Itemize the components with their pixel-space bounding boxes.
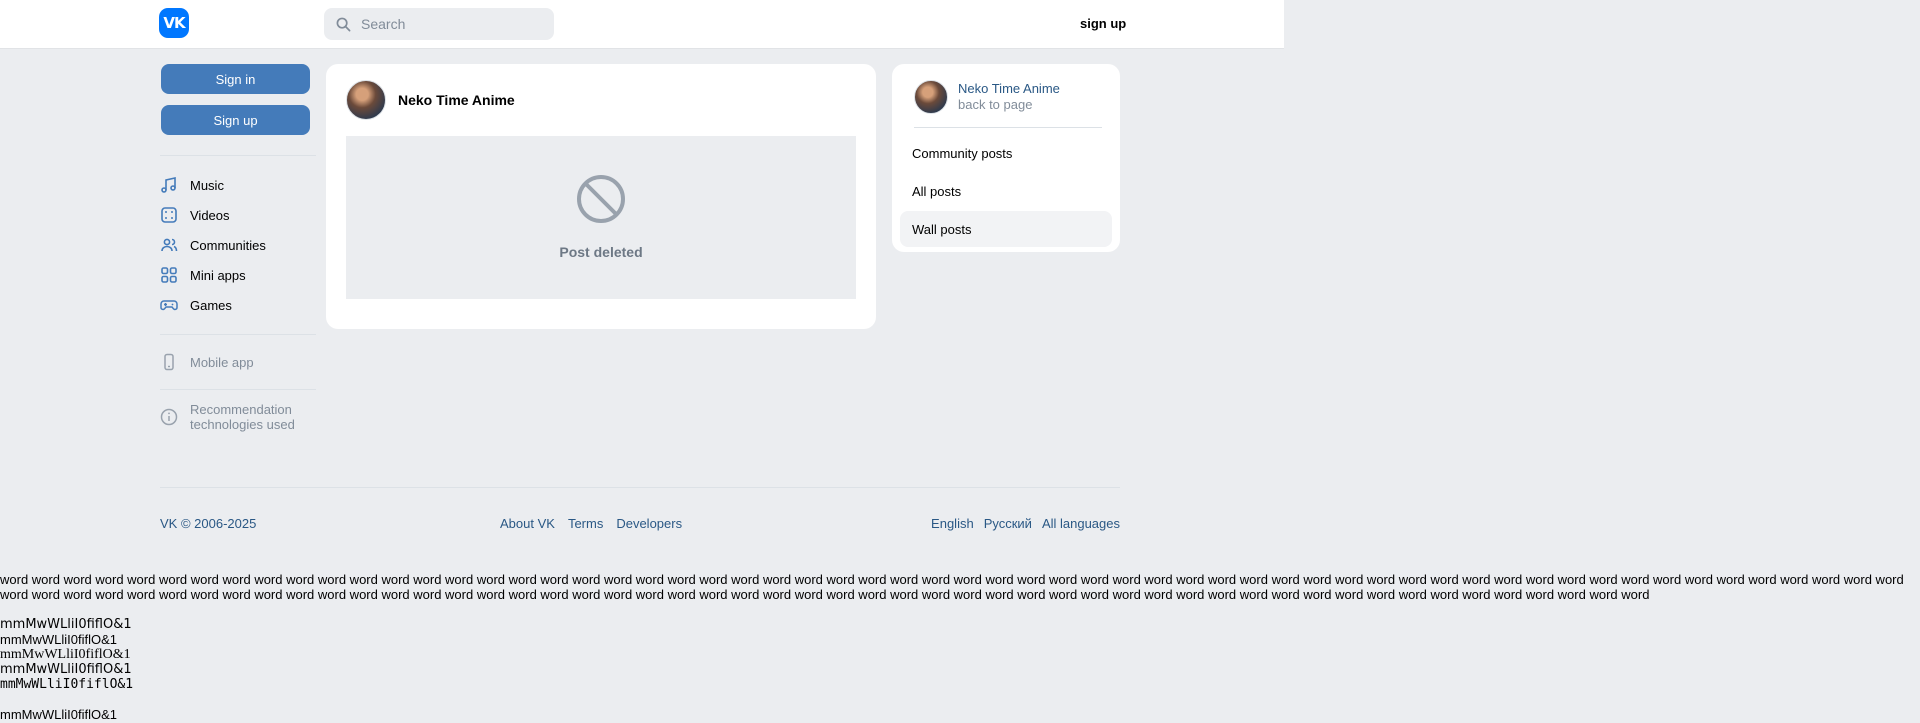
video-icon [160,206,178,224]
sign-in-button[interactable]: Sign in [161,64,310,94]
menu-item-community-posts[interactable]: Community posts [900,135,1112,171]
users-icon [160,236,178,254]
signup-link[interactable]: sign up [1080,16,1126,31]
recommendation-info[interactable]: Recommendation technologies used [160,402,316,432]
footer-link-developers[interactable]: Developers [616,516,682,531]
font-sample: mmMwWLliI0fiflO&1 [0,677,134,692]
sidebar-item-mini-apps[interactable]: Mini apps [160,260,316,290]
grid-icon [160,266,178,284]
recommendation-line-1: Recommendation [190,402,292,417]
language-russian[interactable]: Русский [984,516,1032,531]
font-sample: mmMwWLliI0fiflO&1 [0,707,118,722]
menu-item-all-posts[interactable]: All posts [900,173,1112,209]
mobile-app-label: Mobile app [190,354,254,370]
recommendation-line-2: technologies used [190,417,295,432]
font-sample: mmMwWLliI0fiflO&1 [0,662,132,677]
avatar[interactable] [914,80,948,114]
sidebar-divider [160,334,316,335]
side-panel-divider [914,127,1102,128]
search-box[interactable] [324,8,554,40]
info-icon [160,408,178,426]
side-panel: Neko Time Anime back to page Community p… [892,64,1120,252]
blocked-icon [577,175,625,223]
menu-item-wall-posts[interactable]: Wall posts [900,211,1112,247]
vk-logo-icon[interactable]: VK [159,8,189,38]
copyright[interactable]: VK © 2006-2025 [160,516,256,531]
deleted-post-placeholder: Post deleted [346,136,856,299]
avatar[interactable] [346,80,386,120]
footer-divider [160,487,1120,488]
music-icon [160,176,178,194]
language-all[interactable]: All languages [1042,516,1120,531]
back-to-page-link[interactable]: back to page [958,97,1060,113]
search-input[interactable] [359,15,543,33]
word-test-text: word word word word word word word word … [0,572,1920,602]
footer-link-about[interactable]: About VK [500,516,555,531]
community-name[interactable]: Neko Time Anime [958,81,1060,97]
sidebar-item-music[interactable]: Music [160,170,316,200]
search-icon [336,17,351,31]
sidebar-item-mobile-app[interactable]: Mobile app [160,347,316,377]
sidebar-item-label: Mini apps [190,267,246,283]
word-line: word word word word word word word word … [0,572,1904,602]
sidebar-item-label: Music [190,177,224,193]
sidebar-divider [160,155,316,156]
font-sample: mmMwWLliI0fiflO&1 [0,617,132,632]
language-links: English Русский All languages [931,516,1120,531]
sidebar-item-games[interactable]: Games [160,290,316,320]
phone-icon [160,353,178,371]
top-bar: VK sign up [0,0,1284,49]
sidebar-item-communities[interactable]: Communities [160,230,316,260]
post-author[interactable]: Neko Time Anime [398,92,515,108]
footer-link-terms[interactable]: Terms [568,516,603,531]
footer-links: About VK Terms Developers [500,516,682,531]
sidebar-item-label: Videos [190,207,230,223]
font-sample: mmMwWLliI0fiflO&1 [0,647,131,662]
sidebar-item-label: Games [190,297,232,313]
sidebar-item-label: Communities [190,237,266,253]
side-panel-header[interactable]: Neko Time Anime back to page [914,80,1060,114]
post-header: Neko Time Anime [346,80,515,120]
sidebar-divider [160,389,316,390]
posts-filter-menu: Community posts All posts Wall posts [900,135,1112,249]
sign-up-button[interactable]: Sign up [161,105,310,135]
post-card: Neko Time Anime Post deleted [326,64,876,329]
left-sidebar: Sign in Sign up Music Videos Communities… [160,64,316,432]
font-sample: mmMwWLliI0fiflO&1 [0,632,118,647]
language-english[interactable]: English [931,516,974,531]
post-deleted-label: Post deleted [559,244,643,260]
sidebar-item-videos[interactable]: Videos [160,200,316,230]
gamepad-icon [160,296,178,314]
